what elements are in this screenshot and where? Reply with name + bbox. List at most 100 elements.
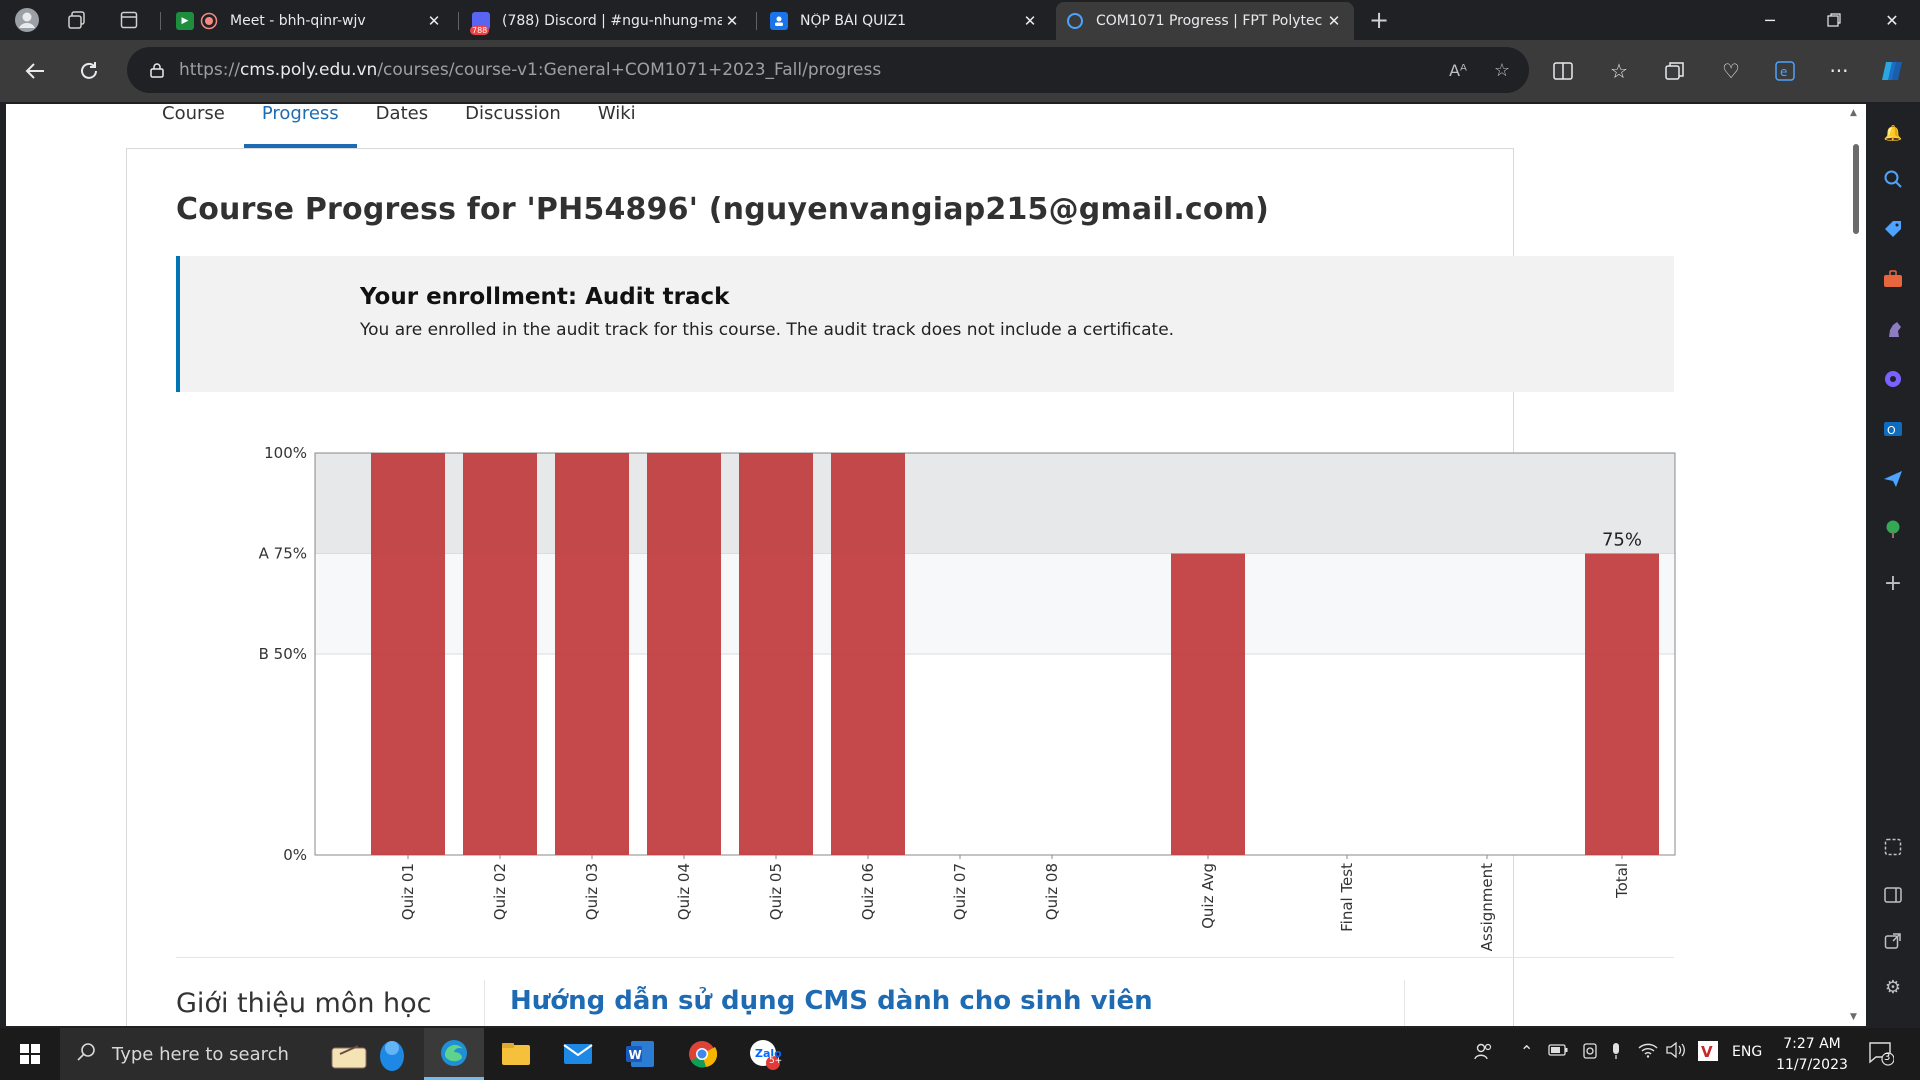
close-tab-icon[interactable]: ✕ [1324, 12, 1344, 30]
clock-date: 11/7/2023 [1776, 1057, 1848, 1073]
close-window-icon[interactable]: ✕ [1864, 0, 1920, 40]
x-tick-label: Total [1613, 863, 1631, 899]
vietkey-icon[interactable]: V [1698, 1041, 1718, 1065]
url-text[interactable]: https://cms.poly.edu.vn/courses/course-v… [179, 60, 881, 80]
cms-guide-link[interactable]: Hướng dẫn sử dụng CMS dành cho sinh viên [510, 986, 1153, 1016]
y-tick-label: A 75% [259, 545, 307, 563]
refresh-icon[interactable] [72, 54, 106, 88]
browser-toolbar: https://cms.poly.edu.vn/courses/course-v… [0, 40, 1920, 102]
split-screen-icon[interactable] [1546, 54, 1580, 88]
copilot-sidebar-icon[interactable] [1878, 364, 1908, 394]
taskbar-word[interactable]: W [610, 1028, 670, 1080]
lock-icon[interactable] [149, 62, 165, 78]
tab-quiz[interactable]: NỘP BÀI QUIZ1 ✕ [760, 2, 1050, 40]
tab-discord[interactable]: 788 (788) Discord | #ngu-nhung-ma- ✕ [462, 2, 752, 40]
taskbar-zalo[interactable]: Zalo 5+ [734, 1028, 794, 1080]
tab-progress[interactable]: Progress [243, 104, 357, 148]
x-tick-label: Quiz 04 [675, 863, 693, 920]
tab-title: COM1071 Progress | FPT Polytec [1096, 13, 1323, 29]
tab-dates[interactable]: Dates [358, 104, 446, 148]
tab-title: NỘP BÀI QUIZ1 [800, 13, 907, 29]
taskbar-file-explorer[interactable] [486, 1028, 546, 1080]
google-meet-icon: ▶ [176, 12, 194, 30]
tab-actions-icon[interactable] [114, 5, 144, 35]
tab-course[interactable]: Course [144, 104, 243, 148]
column-divider [1404, 980, 1405, 1026]
meet-now-icon[interactable] [1582, 1042, 1598, 1064]
close-tab-icon[interactable]: ✕ [424, 12, 444, 30]
tab-discussion[interactable]: Discussion [447, 104, 579, 148]
minimize-icon[interactable]: ─ [1742, 0, 1798, 40]
discord-icon: 788 [470, 12, 490, 35]
page-scrollbar[interactable]: ▲ ▼ [1846, 104, 1866, 1026]
loading-spinner-icon [1066, 12, 1084, 30]
windows-start-icon[interactable] [0, 1028, 60, 1080]
read-aloud-icon[interactable]: Aᴬ [1443, 55, 1473, 85]
collections-icon[interactable] [1658, 54, 1692, 88]
svg-text:O: O [1887, 424, 1896, 437]
workspaces-icon[interactable] [62, 5, 92, 35]
enrollment-heading: Your enrollment: Audit track [360, 284, 730, 310]
hide-sidebar-icon[interactable] [1878, 880, 1908, 910]
taskbar-edge[interactable] [424, 1028, 484, 1080]
people-icon[interactable] [1474, 1042, 1492, 1064]
favorites-icon[interactable]: ☆ [1602, 54, 1636, 88]
taskbar-search[interactable]: Type here to search [60, 1028, 424, 1080]
discord-badge: 788 [470, 26, 490, 35]
clock-time: 7:27 AM [1783, 1036, 1841, 1052]
add-sidebar-app-icon[interactable]: + [1878, 568, 1908, 598]
microphone-icon[interactable] [1610, 1042, 1622, 1064]
open-external-icon[interactable] [1878, 926, 1908, 956]
notification-center-icon[interactable]: 3 [1868, 1040, 1895, 1070]
tab-wiki[interactable]: Wiki [580, 104, 654, 148]
profile-avatar-icon[interactable] [12, 5, 42, 35]
battery-icon[interactable] [1548, 1042, 1568, 1061]
search-icon[interactable] [1878, 164, 1908, 194]
search-placeholder: Type here to search [112, 1043, 289, 1065]
games-chess-icon[interactable] [1878, 314, 1908, 344]
favorite-star-icon[interactable]: ☆ [1487, 55, 1517, 85]
shopping-tag-icon[interactable] [1878, 214, 1908, 244]
svg-text:V: V [1701, 1043, 1713, 1061]
close-tab-icon[interactable]: ✕ [1020, 12, 1040, 30]
close-tab-icon[interactable]: ✕ [722, 12, 742, 30]
x-tick-label: Assignment [1478, 863, 1496, 951]
tab-meet[interactable]: ▶ Meet - bhh-qinr-wjv ✕ [166, 2, 454, 40]
x-tick-label: Quiz 08 [1043, 863, 1061, 920]
tree-icon[interactable] [1878, 514, 1908, 544]
edge-extension-icon[interactable]: e [1768, 54, 1802, 88]
settings-gear-icon[interactable]: ⚙ [1878, 972, 1908, 1002]
more-options-icon[interactable]: ··· [1822, 54, 1856, 88]
taskbar-mail[interactable] [548, 1028, 608, 1080]
x-tick-label: Quiz Avg [1199, 863, 1217, 929]
wifi-icon[interactable] [1638, 1042, 1658, 1062]
course-intro-heading: Giới thiệu môn học [176, 988, 432, 1019]
outlook-icon[interactable]: O [1878, 414, 1908, 444]
x-tick-label: Quiz 06 [859, 863, 877, 920]
tools-briefcase-icon[interactable] [1878, 264, 1908, 294]
recording-icon [200, 12, 218, 30]
bar-quiz-02 [463, 453, 537, 855]
page-title: Course Progress for 'PH54896' (nguyenvan… [176, 192, 1270, 227]
new-tab-icon[interactable]: + [1364, 5, 1394, 35]
scrollbar-thumb[interactable] [1853, 144, 1859, 234]
bar-quiz-01 [371, 453, 445, 855]
volume-icon[interactable] [1666, 1041, 1686, 1062]
restore-icon[interactable] [1806, 0, 1862, 40]
system-clock[interactable]: 7:27 AM 11/7/2023 [1762, 1034, 1862, 1076]
x-tick-label: Quiz 07 [951, 863, 969, 920]
taskbar-chrome[interactable] [672, 1028, 732, 1080]
y-tick-label: 100% [264, 444, 307, 462]
show-hidden-icons-icon[interactable]: ⌃ [1520, 1042, 1533, 1061]
back-icon[interactable] [18, 54, 52, 88]
tab-course-progress[interactable]: COM1071 Progress | FPT Polytec ✕ [1056, 2, 1354, 40]
search-icon [76, 1042, 100, 1067]
address-bar[interactable]: https://cms.poly.edu.vn/courses/course-v… [127, 47, 1529, 93]
screenshot-icon[interactable] [1878, 832, 1908, 862]
notifications-bell-icon[interactable]: 🔔 [1878, 118, 1908, 148]
send-icon[interactable] [1878, 464, 1908, 494]
browser-essentials-icon[interactable]: ♡ [1714, 54, 1748, 88]
input-language[interactable]: ENG [1732, 1044, 1762, 1060]
bar-quiz-04 [647, 453, 721, 855]
copilot-icon[interactable] [1876, 54, 1910, 88]
